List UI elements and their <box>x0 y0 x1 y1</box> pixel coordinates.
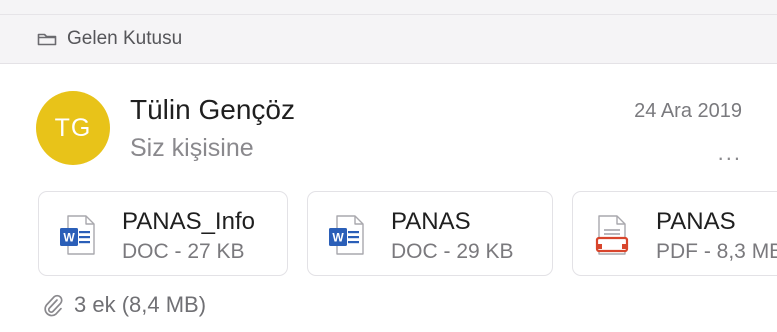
attachment-meta: DOC - 29 KB <box>391 240 514 263</box>
word-doc-icon: W <box>328 214 366 256</box>
sender-name[interactable]: Tülin Gençöz <box>130 94 295 126</box>
svg-text:W: W <box>332 231 344 245</box>
attachment-summary[interactable]: 3 ek (8,4 MB) <box>42 292 206 318</box>
folder-label: Gelen Kutusu <box>67 28 183 49</box>
paperclip-icon <box>42 293 66 317</box>
attachment-list: W PANAS_Info DOC - 27 KB W PANAS DOC - 2… <box>38 191 777 276</box>
folder-icon <box>37 31 59 47</box>
avatar[interactable]: TG <box>36 91 110 165</box>
attachment-name: PANAS <box>656 208 736 235</box>
attachment-card-2[interactable]: W PANAS DOC - 29 KB <box>307 191 553 276</box>
folder-breadcrumb[interactable]: Gelen Kutusu <box>0 15 777 64</box>
message-date: 24 Ara 2019 <box>634 100 742 122</box>
attachment-meta: PDF - 8,3 MB <box>656 240 777 263</box>
word-doc-icon: W <box>59 214 97 256</box>
pdf-icon <box>593 214 631 256</box>
recipient-line: Siz kişisine <box>130 134 254 162</box>
attachment-card-1[interactable]: W PANAS_Info DOC - 27 KB <box>38 191 288 276</box>
svg-text:W: W <box>63 231 75 245</box>
attachment-name: PANAS_Info <box>122 208 255 235</box>
more-options-button[interactable]: ... <box>718 140 742 166</box>
attachment-card-3[interactable]: PANAS PDF - 8,3 MB <box>572 191 777 276</box>
avatar-initials: TG <box>54 113 92 142</box>
attachment-meta: DOC - 27 KB <box>122 240 245 263</box>
attachment-name: PANAS <box>391 208 471 235</box>
attachment-summary-text: 3 ek (8,4 MB) <box>74 292 207 317</box>
email-message-view: Gelen Kutusu TG Tülin Gençöz Siz kişisin… <box>0 0 777 332</box>
top-strip <box>0 0 777 15</box>
